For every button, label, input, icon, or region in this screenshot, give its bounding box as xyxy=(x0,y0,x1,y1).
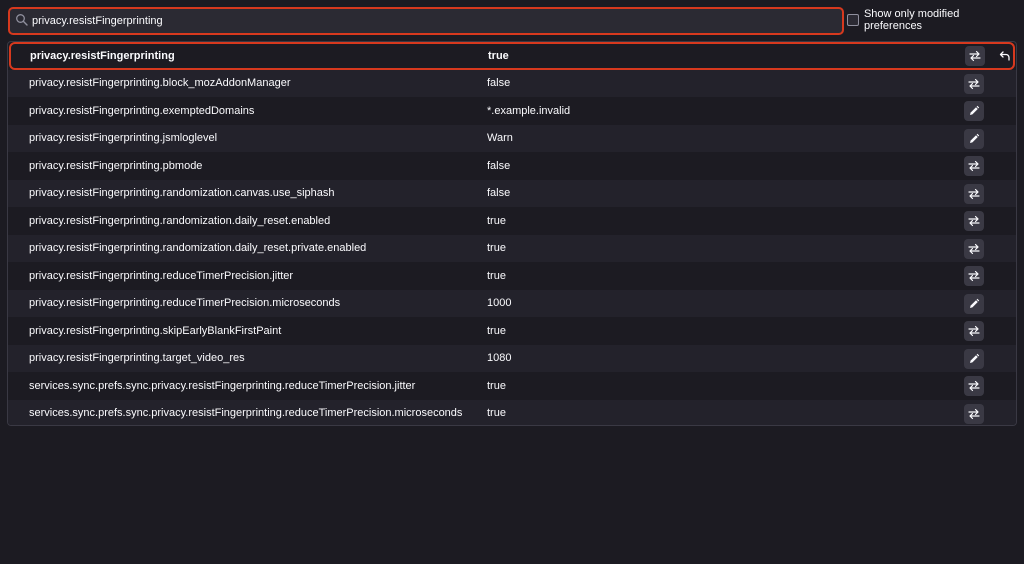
toggle-arrows-icon xyxy=(968,325,980,337)
toggle-button[interactable] xyxy=(964,376,984,396)
pref-value: 1000 xyxy=(487,297,512,310)
pref-name: privacy.resistFingerprinting.exemptedDom… xyxy=(29,104,255,117)
pref-name: privacy.resistFingerprinting.block_mozAd… xyxy=(29,77,291,90)
show-modified-toggle[interactable]: Show only modified preferences xyxy=(847,8,1020,32)
toggle-button[interactable] xyxy=(964,211,984,231)
pref-row[interactable]: privacy.resistFingerprinting.block_mozAd… xyxy=(8,69,1016,97)
pref-value: 1080 xyxy=(487,352,512,365)
toggle-button[interactable] xyxy=(964,403,984,424)
pref-name: privacy.resistFingerprinting.reduceTimer… xyxy=(29,297,341,310)
pref-row[interactable]: privacy.resistFingerprinting.skipEarlyBl… xyxy=(8,317,1016,345)
pref-name: privacy.resistFingerprinting.randomizati… xyxy=(29,214,331,227)
search-icon xyxy=(15,13,29,27)
search-input[interactable] xyxy=(32,9,832,33)
edit-button[interactable] xyxy=(964,101,984,121)
pref-value: false xyxy=(487,77,511,90)
toggle-arrows-icon xyxy=(968,160,980,172)
toggle-button[interactable] xyxy=(964,156,984,176)
pref-value: true xyxy=(487,407,506,420)
toggle-button[interactable] xyxy=(964,266,984,286)
toggle-arrows-icon xyxy=(968,243,980,255)
pref-value: Warn xyxy=(487,132,513,145)
edit-button[interactable] xyxy=(964,128,984,149)
pref-name: services.sync.prefs.sync.privacy.resistF… xyxy=(29,407,463,420)
pref-row-selected[interactable]: privacy.resistFingerprinting true xyxy=(9,42,1015,70)
toggle-arrows-icon xyxy=(968,188,980,200)
toggle-button[interactable] xyxy=(965,46,985,66)
pref-value: true xyxy=(487,269,506,282)
pref-row[interactable]: services.sync.prefs.sync.privacy.resistF… xyxy=(8,399,1016,425)
pref-value: *.example.invalid xyxy=(487,104,571,117)
pref-value: false xyxy=(487,159,511,172)
show-modified-checkbox[interactable] xyxy=(847,14,859,26)
edit-button[interactable] xyxy=(964,348,984,369)
edit-button[interactable] xyxy=(964,293,984,314)
pref-value: true xyxy=(487,214,506,227)
pref-name: privacy.resistFingerprinting.reduceTimer… xyxy=(29,269,294,282)
pref-row[interactable]: privacy.resistFingerprinting.jsmloglevel… xyxy=(8,124,1016,152)
pref-row[interactable]: privacy.resistFingerprinting.reduceTimer… xyxy=(8,289,1016,317)
pref-name: privacy.resistFingerprinting.randomizati… xyxy=(29,242,367,255)
toggle-button[interactable] xyxy=(964,73,984,94)
pencil-icon xyxy=(968,105,980,117)
pencil-icon xyxy=(968,298,980,310)
show-modified-label: Show only modified preferences xyxy=(863,8,960,32)
toggle-arrows-icon xyxy=(968,408,980,420)
toggle-button[interactable] xyxy=(964,321,984,341)
toggle-button[interactable] xyxy=(964,238,984,259)
pref-name: services.sync.prefs.sync.privacy.resistF… xyxy=(29,379,416,392)
pref-value: false xyxy=(487,187,511,200)
pref-row[interactable]: services.sync.prefs.sync.privacy.resistF… xyxy=(8,372,1016,400)
pref-row[interactable]: privacy.resistFingerprinting.randomizati… xyxy=(8,179,1016,207)
pencil-icon xyxy=(968,353,980,365)
pref-row[interactable]: privacy.resistFingerprinting.exemptedDom… xyxy=(8,97,1016,125)
pref-value: true xyxy=(487,242,506,255)
pref-row[interactable]: privacy.resistFingerprinting.target_vide… xyxy=(8,344,1016,372)
pref-value: true xyxy=(488,49,509,62)
pref-name: privacy.resistFingerprinting.pbmode xyxy=(29,159,203,172)
undo-icon xyxy=(999,50,1011,62)
reset-button[interactable] xyxy=(995,46,1015,66)
pref-name: privacy.resistFingerprinting.randomizati… xyxy=(29,187,335,200)
pref-value: true xyxy=(487,324,506,337)
pref-row[interactable]: privacy.resistFingerprinting.randomizati… xyxy=(8,207,1016,235)
pref-name: privacy.resistFingerprinting.skipEarlyBl… xyxy=(29,324,282,337)
pref-name: privacy.resistFingerprinting.jsmloglevel xyxy=(29,132,218,145)
toggle-arrows-icon xyxy=(968,270,980,282)
pref-name: privacy.resistFingerprinting xyxy=(30,49,175,62)
toggle-button[interactable] xyxy=(964,183,984,204)
pref-value: true xyxy=(487,379,506,392)
toggle-arrows-icon xyxy=(969,50,981,62)
preferences-table: privacy.resistFingerprinting true privacy.… xyxy=(7,41,1017,426)
pref-row[interactable]: privacy.resistFingerprinting.pbmode false xyxy=(8,152,1016,180)
pref-name: privacy.resistFingerprinting.target_vide… xyxy=(29,352,245,365)
toggle-arrows-icon xyxy=(968,215,980,227)
search-bar: Show only modified preferences xyxy=(8,7,1020,35)
toggle-arrows-icon xyxy=(968,78,980,90)
pref-row[interactable]: privacy.resistFingerprinting.randomizati… xyxy=(8,234,1016,262)
pencil-icon xyxy=(968,133,980,145)
pref-row[interactable]: privacy.resistFingerprinting.reduceTimer… xyxy=(8,262,1016,290)
search-box[interactable] xyxy=(8,7,844,35)
toggle-arrows-icon xyxy=(968,380,980,392)
